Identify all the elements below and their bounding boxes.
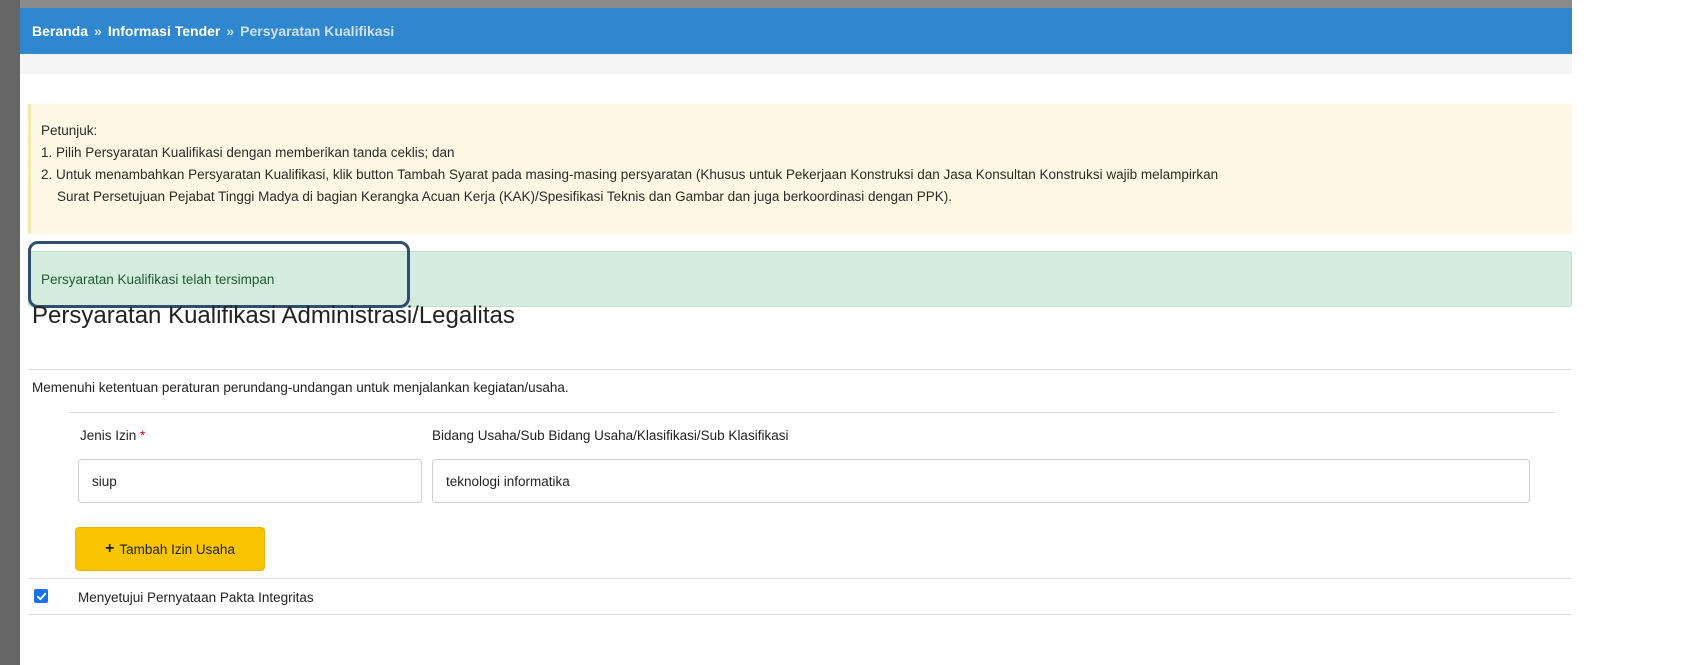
checkmark-icon: [36, 592, 46, 600]
divider: [28, 614, 1572, 615]
breadcrumb-separator: »: [226, 23, 235, 39]
breadcrumb-separator: »: [94, 23, 102, 39]
pakta-integritas-checkbox[interactable]: [34, 589, 48, 603]
add-izin-usaha-label: Tambah Izin Usaha: [119, 541, 235, 557]
instruction-panel: Petunjuk: 1. Pilih Persyaratan Kualifika…: [28, 104, 1572, 234]
jenis-izin-label: Jenis Izin *: [80, 428, 145, 443]
divider: [28, 369, 1572, 370]
window-frame-top: [0, 0, 1690, 8]
breadcrumb: Beranda » Informasi Tender » Persyaratan…: [20, 8, 1572, 54]
divider: [28, 578, 1572, 579]
pakta-integritas-label[interactable]: Menyetujui Pernyataan Pakta Integritas: [78, 590, 314, 605]
instruction-step-2-continued: Surat Persetujuan Pejabat Tinggi Madya d…: [57, 189, 953, 204]
instruction-step-2: 2. Untuk menambahkan Persyaratan Kualifi…: [41, 167, 1219, 182]
breadcrumb-home-link[interactable]: Beranda: [32, 23, 88, 39]
window-frame-left: [0, 0, 20, 665]
required-mark: *: [140, 428, 146, 443]
app-window: Beranda » Informasi Tender » Persyaratan…: [20, 8, 1572, 665]
divider: [68, 412, 1556, 413]
section-description: Memenuhi ketentuan peraturan perundang-u…: [32, 380, 569, 395]
breadcrumb-tender-link[interactable]: Informasi Tender: [108, 23, 221, 39]
section-title: Persyaratan Kualifikasi Administrasi/Leg…: [32, 302, 515, 329]
add-izin-usaha-button[interactable]: + Tambah Izin Usaha: [75, 527, 265, 571]
highlight-frame: [28, 241, 410, 308]
instruction-title: Petunjuk:: [41, 123, 98, 138]
plus-icon: +: [105, 540, 115, 557]
breadcrumb-current: Persyaratan Kualifikasi: [240, 23, 395, 39]
jenis-izin-input[interactable]: [78, 459, 422, 503]
bidang-usaha-label: Bidang Usaha/Sub Bidang Usaha/Klasifikas…: [432, 428, 789, 443]
jenis-izin-label-text: Jenis Izin: [80, 428, 137, 443]
header-spacer: [20, 54, 1572, 74]
bidang-usaha-input[interactable]: [432, 459, 1530, 503]
instruction-step-1: 1. Pilih Persyaratan Kualifikasi dengan …: [41, 145, 455, 160]
window-frame-right: [1572, 0, 1690, 665]
